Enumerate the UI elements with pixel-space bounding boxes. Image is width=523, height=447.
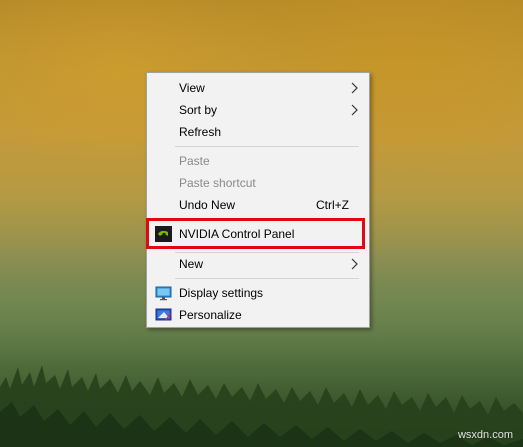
menu-item-label: Undo New (179, 198, 236, 212)
menu-separator (175, 278, 359, 279)
menu-item-label: Sort by (179, 103, 218, 117)
watermark: wsxdn.com (457, 429, 513, 441)
menu-item-undo-new[interactable]: Undo New Ctrl+Z (147, 194, 369, 216)
menu-item-label: View (179, 81, 205, 95)
menu-item-label: Refresh (179, 125, 222, 139)
menu-item-paste-shortcut[interactable]: Paste shortcut (147, 172, 369, 194)
menu-item-display-settings[interactable]: Display settings (147, 282, 369, 304)
chevron-right-icon (351, 258, 358, 270)
menu-item-paste[interactable]: Paste (147, 150, 369, 172)
menu-item-new[interactable]: New (147, 253, 369, 275)
grass-silhouette (0, 365, 523, 447)
menu-item-sort-by[interactable]: Sort by (147, 99, 369, 121)
menu-item-shortcut: Ctrl+Z (316, 198, 349, 212)
menu-item-refresh[interactable]: Refresh (147, 121, 369, 143)
personalize-icon (155, 308, 172, 321)
menu-item-personalize[interactable]: Personalize (147, 304, 369, 326)
menu-item-label: Paste (179, 154, 210, 168)
menu-item-label: New (179, 257, 204, 271)
menu-item-label: Personalize (179, 308, 242, 322)
menu-item-label: Paste shortcut (179, 176, 256, 190)
menu-item-label: Display settings (179, 286, 264, 300)
desktop-context-menu: View Sort by Refresh Paste Paste shortcu… (146, 72, 370, 328)
display-settings-icon (155, 286, 172, 301)
chevron-right-icon (351, 104, 358, 116)
chevron-right-icon (351, 82, 358, 94)
menu-item-view[interactable]: View (147, 77, 369, 99)
menu-separator (175, 146, 359, 147)
highlight-box (146, 218, 365, 249)
